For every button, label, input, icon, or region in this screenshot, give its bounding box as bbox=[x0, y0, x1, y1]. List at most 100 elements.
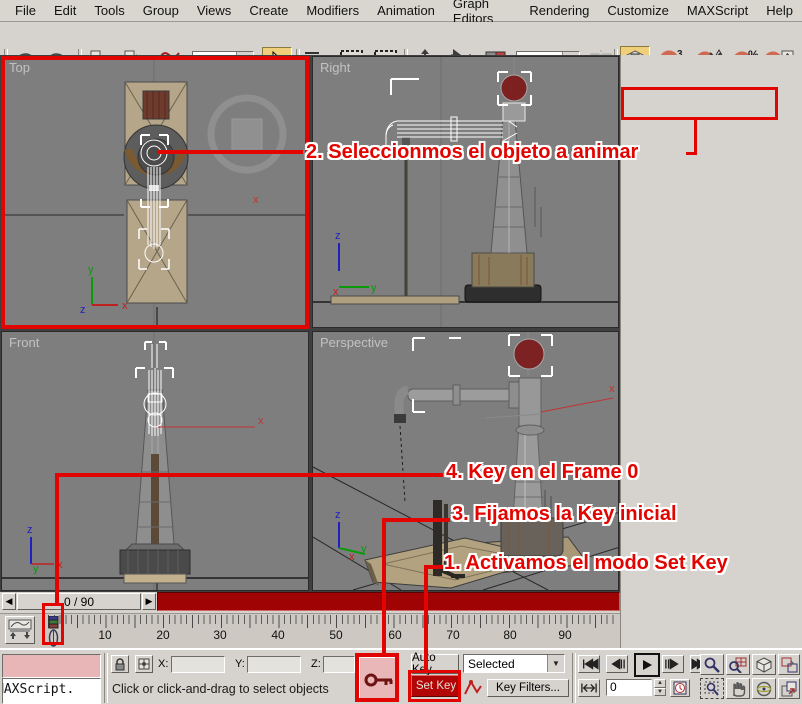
prompt-line: Click or click-and-drag to select object… bbox=[112, 682, 329, 696]
dropdown-arrow-icon[interactable]: ▼ bbox=[547, 655, 564, 672]
viewport-right[interactable]: Right bbox=[312, 56, 619, 328]
key-filters-button[interactable]: Key Filters... bbox=[487, 679, 569, 697]
pan-button[interactable] bbox=[726, 678, 750, 699]
menu-edit[interactable]: Edit bbox=[45, 1, 85, 20]
y-coordinate-label: Y: bbox=[235, 658, 245, 670]
min-max-toggle-icon bbox=[781, 681, 797, 697]
menu-maxscript[interactable]: MAXScript bbox=[678, 1, 757, 20]
arc-rotate-icon bbox=[756, 681, 772, 697]
time-slider-track-setkey[interactable] bbox=[157, 592, 620, 611]
annotation-line-name-to-stack-tick bbox=[686, 152, 697, 155]
menu-animation[interactable]: Animation bbox=[368, 1, 444, 20]
menu-bar: File Edit Tools Group Views Create Modif… bbox=[0, 0, 802, 22]
svg-text:z: z bbox=[27, 524, 33, 536]
viewport-front[interactable]: Front bbox=[1, 331, 309, 591]
annotation-line-step2 bbox=[157, 150, 303, 154]
macro-recorder-pane[interactable] bbox=[2, 654, 101, 678]
selection-set-dropdown[interactable]: Selected ▼ bbox=[463, 654, 565, 673]
open-mini-curve-editor-button[interactable] bbox=[5, 616, 35, 644]
mini-curve-editor-icon bbox=[8, 619, 32, 641]
current-frame-field[interactable]: 0 bbox=[606, 679, 652, 696]
zoom-extents-all-icon bbox=[781, 657, 798, 673]
zoom-button[interactable] bbox=[700, 654, 724, 675]
maxscript-text: MAXScript. bbox=[2, 682, 74, 697]
time-configuration-button[interactable] bbox=[670, 679, 690, 697]
annotation-step1: 1. Activamos el modo Set Key bbox=[444, 552, 728, 575]
arc-rotate-button[interactable] bbox=[752, 678, 776, 699]
frame-spinner[interactable]: ▲▼ bbox=[654, 679, 666, 696]
annotation-line-step4-h bbox=[55, 473, 443, 477]
time-slider-handle[interactable]: 0 / 90 bbox=[17, 593, 141, 610]
svg-text:y: y bbox=[361, 543, 367, 555]
menu-tools[interactable]: Tools bbox=[85, 1, 133, 20]
play-icon bbox=[641, 659, 653, 671]
pan-hand-icon bbox=[730, 681, 746, 697]
set-key-highlight-box bbox=[408, 670, 461, 702]
default-key-tangent-icon[interactable] bbox=[463, 678, 483, 698]
menu-create[interactable]: Create bbox=[240, 1, 297, 20]
viewport-front-label[interactable]: Front bbox=[9, 335, 39, 350]
annotation-line-step1-h bbox=[426, 565, 444, 569]
current-frame-value: 0 bbox=[610, 680, 617, 694]
menu-views[interactable]: Views bbox=[188, 1, 240, 20]
svg-text:x: x bbox=[333, 286, 339, 298]
menu-help[interactable]: Help bbox=[757, 1, 802, 20]
right-view-scene: z x y bbox=[313, 57, 619, 328]
time-slider-row: ◀ 0 / 90 ▶ bbox=[0, 592, 620, 613]
zoom-all-button[interactable] bbox=[726, 654, 750, 675]
svg-text:y: y bbox=[371, 282, 377, 294]
x-coordinate-label: X: bbox=[158, 658, 168, 670]
time-slider-left-arrow[interactable]: ◀ bbox=[2, 593, 16, 610]
x-coordinate-field[interactable] bbox=[171, 656, 225, 673]
tick-50: 50 bbox=[321, 628, 351, 642]
svg-text:z: z bbox=[335, 509, 341, 521]
top-viewport-highlight-border bbox=[1, 56, 309, 329]
z-coordinate-field[interactable] bbox=[323, 656, 355, 673]
svg-text:z: z bbox=[335, 230, 341, 242]
zoom-region-button[interactable] bbox=[700, 678, 724, 699]
annotation-line-step1-v bbox=[424, 565, 428, 672]
lock-icon bbox=[114, 658, 126, 671]
tick-40: 40 bbox=[263, 628, 293, 642]
zoom-extents-icon bbox=[756, 657, 772, 673]
go-to-start-button[interactable] bbox=[578, 655, 600, 673]
time-slider-value: 0 / 90 bbox=[64, 595, 94, 609]
next-frame-button[interactable] bbox=[662, 655, 684, 673]
annotation-step3: 3. Fijamos la Key inicial bbox=[452, 503, 677, 526]
menu-customize[interactable]: Customize bbox=[598, 1, 677, 20]
svg-text:x: x bbox=[609, 383, 615, 395]
time-slider-right-arrow[interactable]: ▶ bbox=[142, 593, 156, 610]
annotation-step4: 4. Key en el Frame 0 bbox=[446, 461, 638, 484]
status-bar: MAXScript. X: Y: Z: Click or click-and-d… bbox=[0, 648, 802, 704]
y-coordinate-field[interactable] bbox=[247, 656, 301, 673]
min-max-toggle-button[interactable] bbox=[778, 678, 800, 699]
frame0-key-highlight-box bbox=[42, 603, 64, 645]
selection-lock-button[interactable] bbox=[111, 655, 129, 673]
play-button[interactable] bbox=[634, 653, 660, 677]
3dsmax-window: File Edit Tools Group Views Create Modif… bbox=[0, 0, 802, 704]
tick-80: 80 bbox=[495, 628, 525, 642]
svg-text:y: y bbox=[33, 563, 39, 575]
menu-rendering[interactable]: Rendering bbox=[520, 1, 598, 20]
absolute-offset-mode-button[interactable] bbox=[135, 655, 153, 673]
maxscript-listener-pane[interactable]: MAXScript. bbox=[2, 678, 101, 704]
svg-text:x: x bbox=[258, 415, 264, 427]
zoom-region-icon bbox=[704, 681, 720, 697]
front-view-scene: x z y x bbox=[2, 332, 309, 591]
track-bar[interactable]: 10 20 30 40 50 60 70 80 90 bbox=[0, 613, 620, 649]
previous-frame-button[interactable] bbox=[606, 655, 628, 673]
menu-modifiers[interactable]: Modifiers bbox=[297, 1, 368, 20]
annotation-line-step3-v bbox=[382, 518, 386, 654]
tick-90: 90 bbox=[550, 628, 580, 642]
menu-file[interactable]: File bbox=[6, 1, 45, 20]
zoom-extents-button[interactable] bbox=[752, 654, 776, 675]
z-coordinate-label: Z: bbox=[311, 658, 321, 670]
annotation-line-step4-v bbox=[55, 473, 59, 606]
annotation-step2: 2. Seleccionmos el objeto a animar bbox=[306, 141, 638, 164]
key-mode-toggle-button[interactable] bbox=[578, 679, 600, 697]
viewport-perspective-label[interactable]: Perspective bbox=[320, 335, 388, 350]
svg-text:x: x bbox=[349, 551, 355, 563]
menu-group[interactable]: Group bbox=[134, 1, 188, 20]
zoom-extents-all-button[interactable] bbox=[778, 654, 800, 675]
viewport-right-label[interactable]: Right bbox=[320, 60, 350, 75]
